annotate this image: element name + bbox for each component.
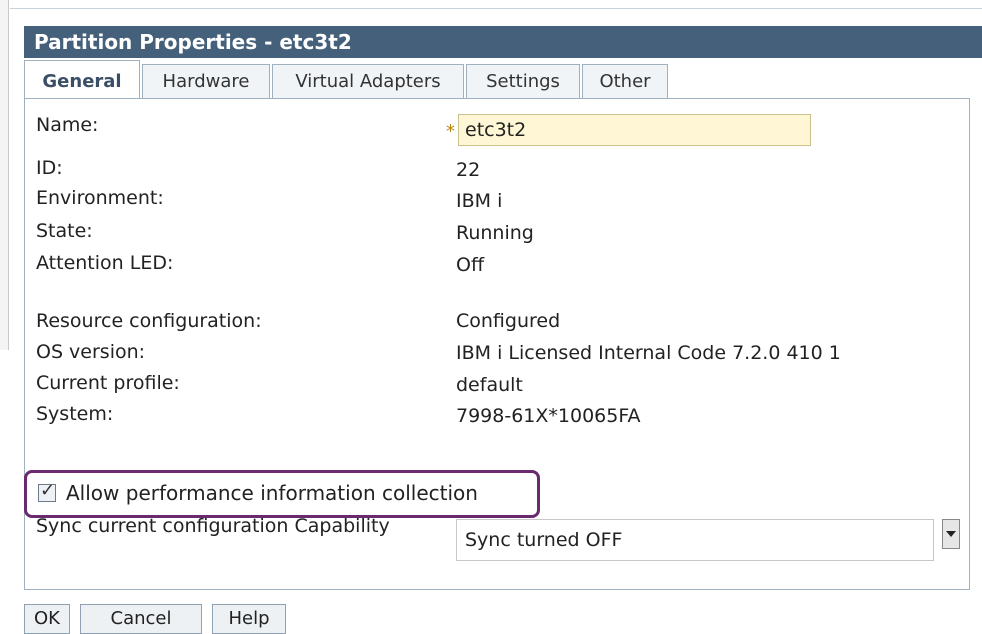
sync-capability-select[interactable]: Sync turned OFF	[456, 519, 934, 561]
current-profile-value: default	[456, 374, 523, 396]
state-value: Running	[456, 222, 534, 244]
os-version-value: IBM i Licensed Internal Code 7.2.0 410 1	[456, 342, 841, 364]
os-version-label: OS version:	[36, 341, 146, 363]
required-marker: *	[446, 121, 455, 142]
tab-bar: General Hardware Virtual Adapters Settin…	[24, 60, 982, 100]
ok-button[interactable]: OK	[24, 604, 70, 634]
tab-general[interactable]: General	[24, 60, 140, 100]
name-input[interactable]	[458, 114, 811, 146]
current-profile-label: Current profile:	[36, 372, 180, 394]
tab-settings[interactable]: Settings	[466, 64, 580, 98]
id-value: 22	[456, 159, 481, 181]
perf-collection-label[interactable]: Allow performance information collection	[66, 481, 478, 505]
attention-led-label: Attention LED:	[36, 252, 174, 274]
perf-collection-checkbox[interactable]	[38, 480, 56, 502]
resource-config-label: Resource configuration:	[36, 310, 262, 332]
top-divider	[10, 8, 982, 9]
window-title: Partition Properties - etc3t2	[24, 26, 982, 58]
environment-value: IBM i	[456, 190, 503, 212]
name-label: Name:	[36, 114, 99, 136]
system-label: System:	[36, 403, 114, 425]
state-label: State:	[36, 220, 93, 242]
tab-other[interactable]: Other	[582, 64, 668, 98]
resource-config-value: Configured	[456, 310, 561, 332]
attention-led-value: Off	[456, 254, 485, 276]
cancel-button[interactable]: Cancel	[80, 604, 202, 634]
tab-hardware[interactable]: Hardware	[142, 64, 270, 98]
sync-capability-label: Sync current configuration Capability	[36, 515, 390, 537]
environment-label: Environment:	[36, 187, 164, 209]
tab-virtual-adapters[interactable]: Virtual Adapters	[272, 64, 464, 98]
dropdown-arrow-icon[interactable]	[942, 519, 960, 549]
system-value: 7998-61X*10065FA	[456, 405, 641, 427]
background-edge	[0, 0, 9, 350]
id-label: ID:	[36, 157, 63, 179]
help-button[interactable]: Help	[212, 604, 286, 634]
